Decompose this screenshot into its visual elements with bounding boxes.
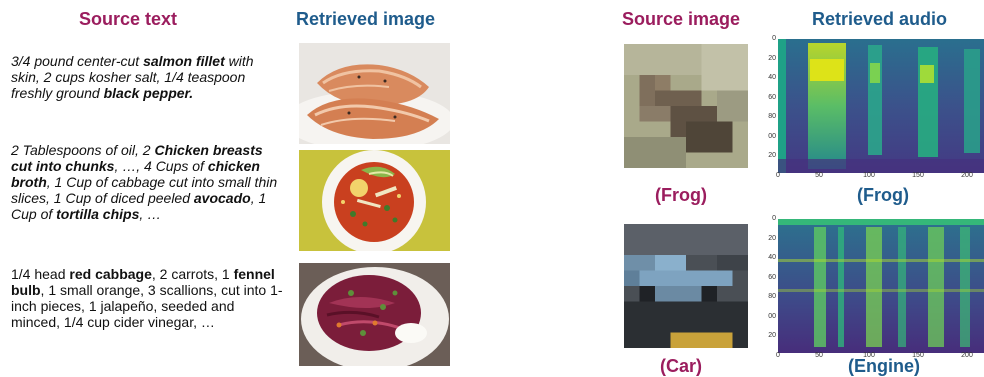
recipe-fragment: 2 Tablespoons of oil, 2	[11, 142, 155, 158]
ingredient-highlight: red cabbage	[69, 266, 152, 282]
spectrogram-y-tick: 40	[768, 254, 776, 261]
spectrogram-y-tick: 20	[768, 234, 776, 242]
salmon-photo	[299, 43, 450, 144]
spectrogram-y-tick: 60	[768, 273, 776, 281]
recipe-fragment: , …, 4 Cups of	[114, 158, 208, 174]
recipe-text-cabbage: 1/4 head red cabbage, 2 carrots, 1 fenne…	[11, 266, 283, 330]
spectrogram-x-tick: 150	[912, 172, 924, 179]
spectrogram-y-tick: 20	[768, 54, 776, 62]
spectrogram-x-tick: 200	[961, 352, 973, 359]
spectrogram-y-tick: 0	[772, 35, 776, 42]
spectrogram-y-tick: 40	[768, 74, 776, 81]
caption-frog-source: (Frog)	[655, 185, 707, 205]
recipe-fragment: , …	[139, 206, 162, 222]
spectrogram-y-tick: 20	[768, 332, 776, 339]
caption-car-source: (Car)	[660, 356, 703, 376]
spectrogram-y-tick: 0	[772, 215, 776, 222]
recipe-fragment: , 2 carrots, 1	[151, 266, 234, 282]
ingredient-highlight: avocado	[193, 190, 251, 206]
tortilla-soup-photo	[299, 150, 450, 251]
spectrogram-y-tick: 20	[768, 152, 776, 159]
ingredient-highlight: black pepper.	[103, 85, 194, 101]
spectrogram-y-tick: 80	[768, 293, 776, 300]
header-source-text: Source text	[79, 9, 178, 29]
red-cabbage-salad-photo	[299, 263, 450, 366]
recipe-text-soup: 2 Tablespoons of oil, 2 Chicken breasts …	[11, 142, 283, 222]
recipe-fragment: 1/4 head	[11, 266, 70, 282]
frog-spectrogram	[778, 39, 984, 179]
header-source-image: Source image	[622, 9, 741, 29]
ingredient-highlight: tortilla chips	[56, 206, 140, 222]
caption-frog-audio: (Frog)	[857, 185, 909, 205]
spectrogram-y-tick: 00	[768, 312, 776, 320]
spectrogram-x-tick: 200	[961, 172, 973, 179]
spectrogram-y-tick: 80	[768, 113, 776, 120]
spectrogram-y-tick: 60	[768, 93, 776, 101]
header-retrieved-audio: Retrieved audio	[812, 9, 948, 29]
caption-engine-audio: (Engine)	[848, 356, 920, 376]
frog-source-image	[624, 44, 748, 168]
recipe-text-salmon: 3/4 pound center-cut salmon fillet with …	[11, 53, 283, 101]
spectrogram-x-tick: 0	[776, 352, 780, 359]
spectrogram-y-tick: 00	[768, 132, 776, 140]
header-retrieved-image: Retrieved image	[296, 9, 436, 29]
spectrogram-x-tick: 0	[776, 172, 780, 179]
recipe-fragment: 3/4 pound center-cut	[11, 53, 144, 69]
spectrogram-x-tick: 50	[815, 172, 823, 179]
ingredient-highlight: salmon fillet	[143, 53, 225, 69]
spectrogram-x-tick: 100	[863, 172, 875, 179]
spectrogram-x-tick: 50	[815, 352, 823, 359]
engine-spectrogram	[778, 219, 984, 359]
car-source-image	[624, 224, 748, 348]
recipe-fragment: , 1 small orange, 3 scallions, cut into …	[11, 282, 283, 330]
